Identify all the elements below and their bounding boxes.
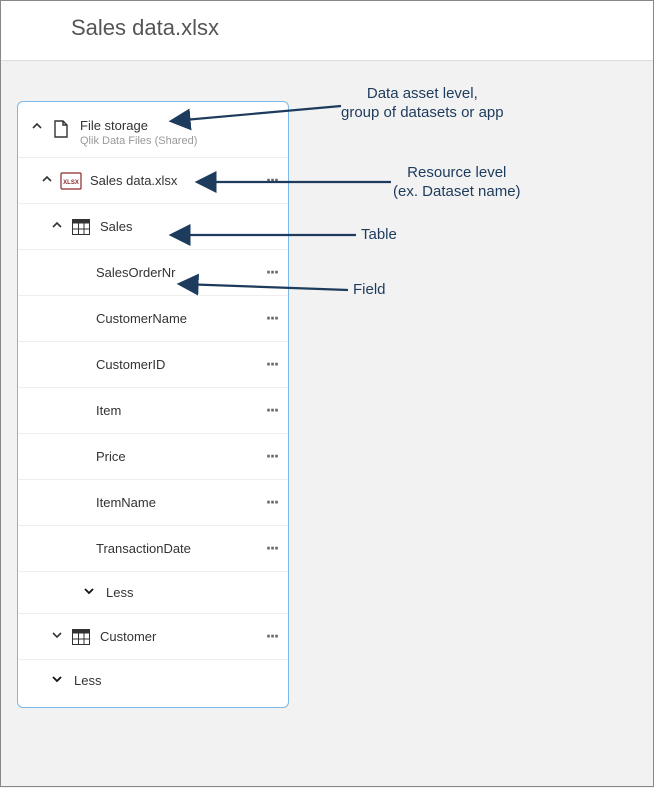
- arrow: [1, 1, 654, 788]
